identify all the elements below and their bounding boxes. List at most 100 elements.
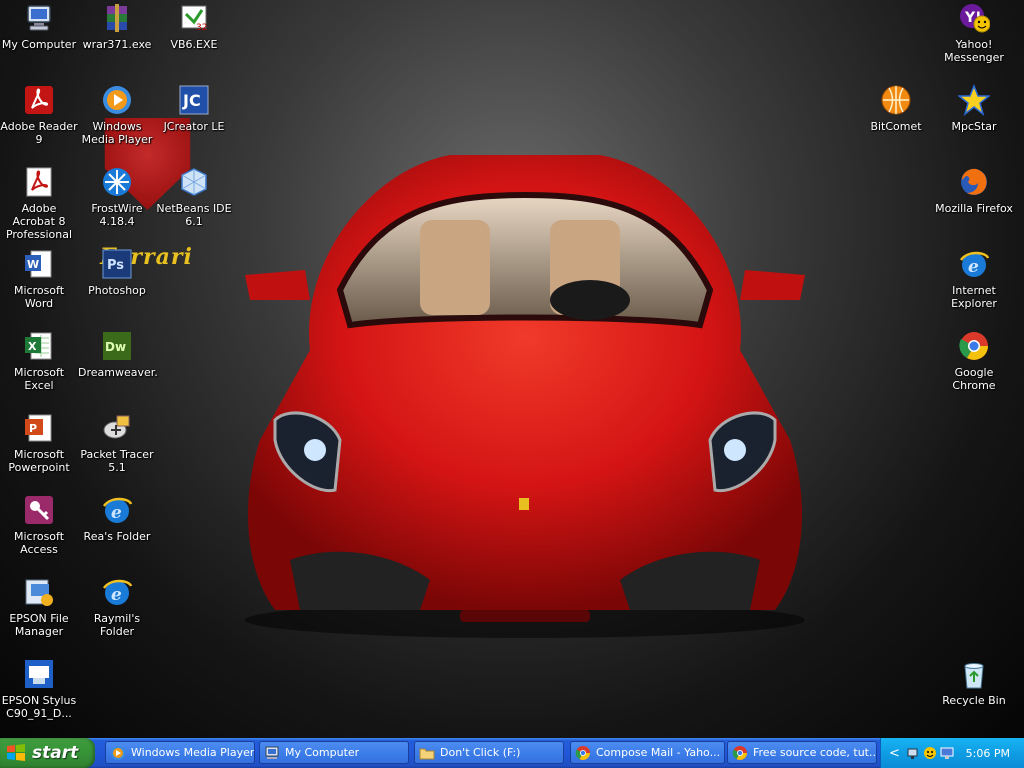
svg-text:W: W	[27, 258, 39, 271]
desktop-icon-bitcomet[interactable]: BitComet	[857, 84, 935, 133]
desktop-icon-yahoo-messenger[interactable]: Y! Yahoo! Messenger	[935, 2, 1013, 64]
desktop-icon-label: MpcStar	[951, 120, 997, 133]
internet-explorer-icon: e	[958, 248, 990, 280]
desktop-icon-raymils-folder[interactable]: e Raymil's Folder	[78, 576, 156, 638]
taskbar-button-windows-media-player[interactable]: Windows Media Player	[105, 741, 255, 764]
system-tray: < 5:06 PM	[880, 738, 1024, 768]
desktop-icon-label: Photoshop	[88, 284, 146, 297]
packet-tracer-icon	[101, 412, 133, 444]
desktop-icon-netbeans[interactable]: NetBeans IDE 6.1	[155, 166, 233, 228]
mozilla-firefox-icon	[958, 166, 990, 198]
taskbar: start Windows Media Player My Computer Don…	[0, 738, 1024, 768]
svg-text:P: P	[29, 422, 37, 435]
network-icon[interactable]	[906, 746, 920, 760]
folder-icon	[419, 745, 435, 761]
desktop-icon-adobe-reader[interactable]: Adobe Reader 9	[0, 84, 78, 146]
desktop-icon-label: Internet Explorer	[951, 284, 997, 310]
desktop-icon-label: My Computer	[1, 38, 77, 51]
svg-text:32: 32	[196, 23, 207, 33]
computer-icon	[264, 745, 280, 761]
yahoo-messenger-icon: Y!	[958, 2, 990, 34]
microsoft-powerpoint-icon: P	[23, 412, 55, 444]
desktop-icon-mozilla-firefox[interactable]: Mozilla Firefox	[935, 166, 1013, 215]
media-player-icon	[110, 745, 126, 761]
dreamweaver-icon: Dw	[101, 330, 133, 362]
desktop-icon-wrar[interactable]: wrar371.exe	[78, 2, 156, 51]
desktop-icon-windows-media-player[interactable]: Windows Media Player	[78, 84, 156, 146]
taskbar-button-my-computer[interactable]: My Computer	[259, 741, 409, 764]
my-computer-icon	[23, 2, 55, 34]
desktop-icon-vb6[interactable]: 32 VB6.EXE	[155, 2, 233, 51]
desktop-icon-my-computer[interactable]: My Computer	[0, 2, 78, 51]
desktop-icon-label: Adobe Reader 9	[0, 120, 78, 146]
photoshop-icon: Ps	[101, 248, 133, 280]
taskbar-button-label: Don't Click (F:)	[440, 746, 521, 759]
microsoft-word-icon: W	[23, 248, 55, 280]
microsoft-access-icon	[23, 494, 55, 526]
desktop-icon-label: wrar371.exe	[82, 38, 152, 51]
vb6-icon: 32	[178, 2, 210, 34]
taskbar-button-compose-mail[interactable]: Compose Mail - Yaho...	[570, 741, 725, 764]
windows-flag-icon	[7, 744, 25, 761]
mpcstar-icon	[958, 84, 990, 116]
desktop-icon-label: Microsoft Access	[13, 530, 65, 556]
windows-media-player-icon	[101, 84, 133, 116]
epson-file-manager-icon	[23, 576, 55, 608]
recycle-bin-icon	[958, 658, 990, 690]
desktop-icon-mpcstar[interactable]: MpcStar	[935, 84, 1013, 133]
google-chrome-icon	[958, 330, 990, 362]
svg-text:X: X	[28, 340, 37, 353]
desktop-icon-microsoft-excel[interactable]: X Microsoft Excel	[0, 330, 78, 392]
desktop-icon-microsoft-word[interactable]: W Microsoft Word	[0, 248, 78, 310]
desktop-icon-reas-folder[interactable]: e Rea's Folder	[78, 494, 156, 543]
taskbar-button-label: My Computer	[285, 746, 360, 759]
desktop-icon-label: Packet Tracer 5.1	[80, 448, 154, 474]
display-icon[interactable]	[940, 746, 954, 760]
desktop-icon-label: VB6.EXE	[170, 38, 218, 51]
taskbar-button-label: Windows Media Player	[131, 746, 254, 759]
desktop-icon-adobe-acrobat[interactable]: Adobe Acrobat 8 Professional	[0, 166, 78, 241]
desktop-icon-label: Google Chrome	[952, 366, 996, 392]
chrome-icon	[732, 745, 748, 761]
taskbar-button-dont-click[interactable]: Don't Click (F:)	[414, 741, 564, 764]
desktop-icon-label: Raymil's Folder	[93, 612, 141, 638]
desktop-icon-label: Microsoft Powerpoint	[8, 448, 70, 474]
taskbar-button-label: Compose Mail - Yaho...	[596, 746, 721, 759]
raymils-folder-icon: e	[101, 576, 133, 608]
desktop-icon-label: Mozilla Firefox	[935, 202, 1013, 215]
tray-expand-button[interactable]: <	[889, 746, 900, 761]
desktop-icon-dreamweaver[interactable]: Dw Dreamweaver.	[78, 330, 158, 379]
start-label: start	[32, 743, 79, 763]
desktop-icon-jcreator[interactable]: JC JCreator LE	[155, 84, 233, 133]
desktop-icon-label: Microsoft Word	[13, 284, 65, 310]
desktop-icon-google-chrome[interactable]: Google Chrome	[935, 330, 1013, 392]
desktop-icon-label: Recycle Bin	[942, 694, 1006, 707]
desktop-icon-packet-tracer[interactable]: Packet Tracer 5.1	[78, 412, 156, 474]
desktop-icon-epson-file-manager[interactable]: EPSON File Manager	[0, 576, 78, 638]
desktop-icon-epson-stylus[interactable]: EPSON Stylus C90_91_D...	[0, 658, 78, 720]
clock[interactable]: 5:06 PM	[966, 747, 1010, 760]
desktop-icon-label: FrostWire 4.18.4	[91, 202, 143, 228]
jcreator-icon: JC	[178, 84, 210, 116]
frostwire-icon	[101, 166, 133, 198]
desktop-icon-recycle-bin[interactable]: Recycle Bin	[935, 658, 1013, 707]
desktop-icon-microsoft-powerpoint[interactable]: P Microsoft Powerpoint	[0, 412, 78, 474]
start-button[interactable]: start	[0, 738, 95, 768]
desktop-icon-frostwire[interactable]: FrostWire 4.18.4	[78, 166, 156, 228]
yahoo-messenger-tray-icon[interactable]	[923, 746, 937, 760]
svg-text:Dw: Dw	[105, 340, 126, 354]
netbeans-icon	[178, 166, 210, 198]
taskbar-button-label: Free source code, tut...	[753, 746, 876, 759]
desktop-icon-photoshop[interactable]: Ps Photoshop	[78, 248, 156, 297]
desktop-icon-label: EPSON Stylus C90_91_D...	[1, 694, 77, 720]
desktop-icon-label: JCreator LE	[163, 120, 225, 133]
desktop-icon-microsoft-access[interactable]: Microsoft Access	[0, 494, 78, 556]
taskbar-button-free-source-code[interactable]: Free source code, tut...	[727, 741, 877, 764]
epson-stylus-icon	[23, 658, 55, 690]
svg-text:e: e	[968, 257, 979, 277]
desktop-icon-label: Yahoo! Messenger	[944, 38, 1004, 64]
desktop-icon-label: Windows Media Player	[81, 120, 153, 146]
desktop-icon-internet-explorer[interactable]: e Internet Explorer	[935, 248, 1013, 310]
desktop-icon-label: BitComet	[870, 120, 922, 133]
desktop-icon-label: NetBeans IDE 6.1	[156, 202, 232, 228]
